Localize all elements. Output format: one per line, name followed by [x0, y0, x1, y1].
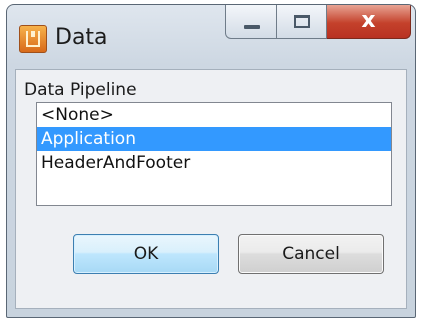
ok-button[interactable]: OK	[73, 234, 219, 274]
minimize-button[interactable]	[225, 5, 277, 39]
data-pipeline-label: Data Pipeline	[24, 80, 137, 100]
close-icon: x	[361, 8, 376, 33]
list-item-header-and-footer[interactable]: HeaderAndFooter	[37, 151, 391, 175]
list-item-none[interactable]: <None>	[37, 103, 391, 127]
maximize-icon	[294, 15, 310, 28]
title-bar[interactable]: Data x	[7, 5, 415, 69]
maximize-button[interactable]	[277, 5, 327, 39]
minimize-icon	[244, 25, 260, 29]
close-button[interactable]: x	[327, 5, 411, 39]
app-icon	[19, 25, 47, 53]
data-pipeline-listbox[interactable]: <None> Application HeaderAndFooter	[36, 102, 392, 206]
cancel-button[interactable]: Cancel	[238, 234, 384, 274]
app-glyph-icon	[26, 31, 40, 47]
window-title: Data	[55, 25, 108, 50]
list-item-application[interactable]: Application	[37, 127, 391, 151]
caption-buttons: x	[225, 5, 411, 39]
